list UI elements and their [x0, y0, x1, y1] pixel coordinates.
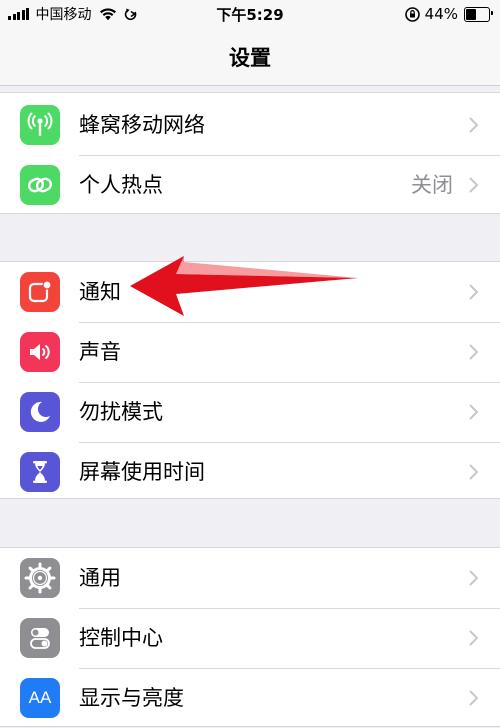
settings-row-label: 控制中心 [79, 626, 163, 650]
settings-row-cellular[interactable]: 蜂窝移动网络 [0, 95, 500, 155]
notifications-icon [20, 272, 60, 312]
battery-level-fill [466, 8, 476, 20]
settings-row-general[interactable]: 通用 [0, 548, 500, 608]
settings-row-label: 勿扰模式 [79, 400, 163, 424]
settings-group-general: 通用 控制中心 AA 显示与亮度 [0, 547, 500, 727]
chevron-right-icon [469, 630, 478, 646]
settings-row-label: 屏幕使用时间 [79, 460, 205, 484]
chevron-right-icon [469, 117, 478, 133]
settings-row-label: 通用 [79, 566, 121, 590]
hotspot-status-value: 关闭 [411, 173, 453, 197]
settings-row-label: 蜂窝移动网络 [79, 113, 205, 137]
chevron-right-icon [469, 344, 478, 360]
settings-row-display-brightness[interactable]: AA 显示与亮度 [0, 668, 500, 728]
gear-icon [20, 558, 60, 598]
moon-icon [20, 392, 60, 432]
chevron-right-icon [469, 177, 478, 193]
orientation-lock-icon [404, 6, 420, 22]
personal-hotspot-icon [20, 165, 60, 205]
settings-row-personal-hotspot[interactable]: 个人热点 关闭 [0, 155, 500, 215]
settings-row-label: 个人热点 [79, 173, 163, 197]
status-right: 44% [404, 4, 493, 24]
cellular-antenna-icon [20, 105, 60, 145]
control-center-icon [20, 618, 60, 658]
settings-row-screen-time[interactable]: 屏幕使用时间 [0, 442, 500, 502]
settings-row-control-center[interactable]: 控制中心 [0, 608, 500, 668]
navigation-bar: 设置 [0, 28, 500, 86]
settings-row-label: 通知 [79, 280, 121, 304]
hourglass-icon [20, 452, 60, 492]
speaker-icon [20, 332, 60, 372]
display-brightness-icon: AA [20, 678, 60, 718]
page-title: 设置 [229, 46, 271, 70]
chevron-right-icon [469, 570, 478, 586]
settings-group-network: 蜂窝移动网络 个人热点 关闭 [0, 92, 500, 214]
settings-row-label: 声音 [79, 340, 121, 364]
display-brightness-icon-text: AA [28, 688, 52, 707]
chevron-right-icon [469, 284, 478, 300]
settings-row-do-not-disturb[interactable]: 勿扰模式 [0, 382, 500, 442]
status-bar: 中国移动 下午5:29 44% [0, 0, 500, 28]
settings-row-label: 显示与亮度 [79, 686, 184, 710]
battery-icon [464, 6, 493, 22]
settings-row-sounds[interactable]: 声音 [0, 322, 500, 382]
battery-percent: 44% [424, 5, 458, 23]
chevron-right-icon [469, 404, 478, 420]
chevron-right-icon [469, 690, 478, 706]
red-arrow-annotation [130, 256, 358, 316]
chevron-right-icon [469, 464, 478, 480]
